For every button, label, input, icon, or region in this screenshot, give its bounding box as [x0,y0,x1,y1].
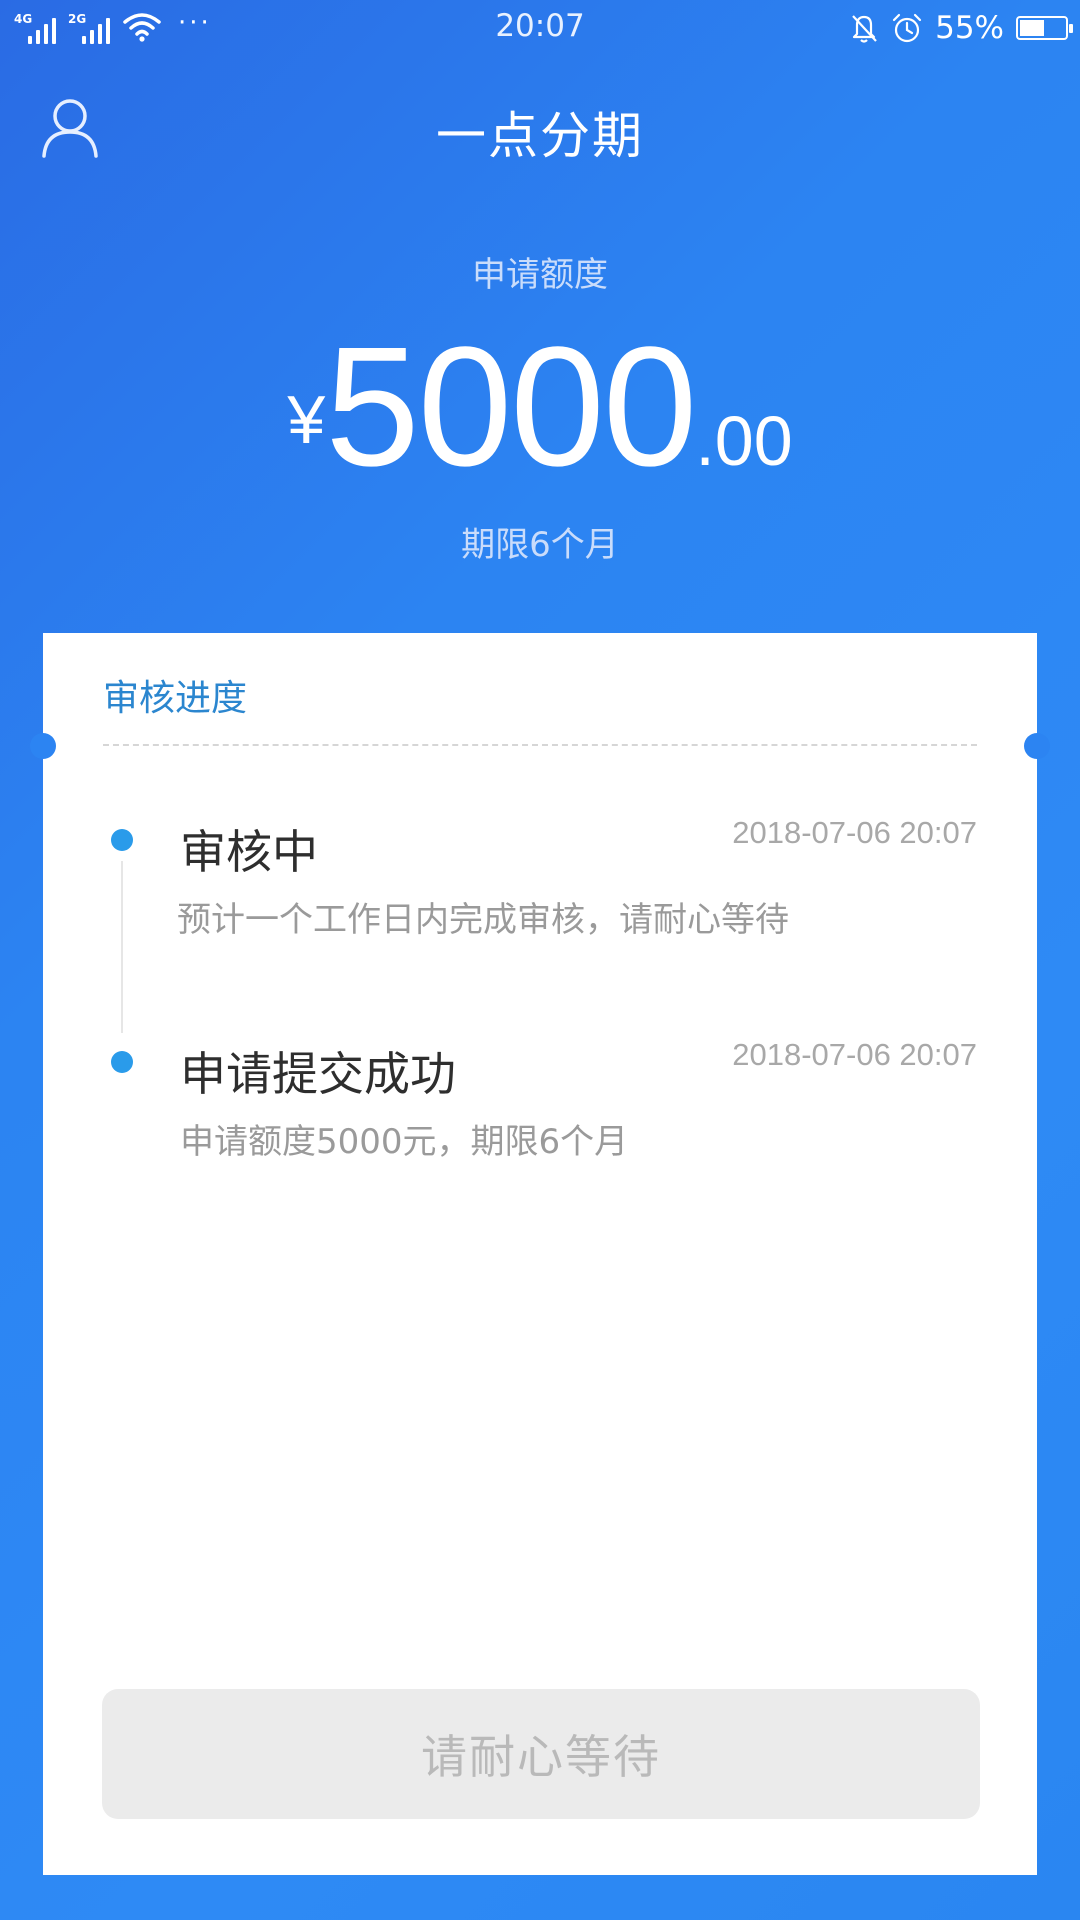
timeline-line [121,861,123,1033]
alarm-icon [892,13,922,43]
wait-button[interactable]: 请耐心等待 [102,1689,980,1819]
battery-level-fill [1020,20,1044,36]
status-right: 55% [849,8,1073,48]
timeline-dot [111,829,133,851]
term-label: 期限6个月 [461,525,619,565]
amount-decimal: .00 [695,402,793,480]
step-description: 申请额度5000元，期限6个月 [180,1122,629,1162]
battery-icon [1016,16,1073,40]
amount-label: 申请额度 [472,255,608,295]
status-bar: 4G 2G ··· 20:07 55% [0,0,1080,56]
battery-percent: 55% [935,10,1004,46]
card-notch-left [30,733,56,759]
step-description: 预计一个工作日内完成审核，请耐心等待 [177,900,789,940]
step-title: 申请提交成功 [180,1047,456,1101]
amount-integer: 5000 [325,312,697,502]
review-progress-card: 审核进度 审核中 2018-07-06 20:07 预计一个工作日内完成审核，请… [30,633,1050,1875]
bell-muted-icon [852,15,877,43]
page-title: 一点分期 [436,107,644,165]
step-time: 2018-07-06 20:07 [732,815,977,850]
dashed-divider [103,744,977,746]
card-title: 审核进度 [103,678,248,719]
step-time: 2018-07-06 20:07 [732,1037,977,1072]
currency-symbol: ¥ [287,382,326,458]
timeline-dot [111,1051,133,1073]
amount-display: ¥5000.00 [0,322,1080,492]
card-notch-right [1024,733,1050,759]
step-title: 审核中 [180,825,318,879]
